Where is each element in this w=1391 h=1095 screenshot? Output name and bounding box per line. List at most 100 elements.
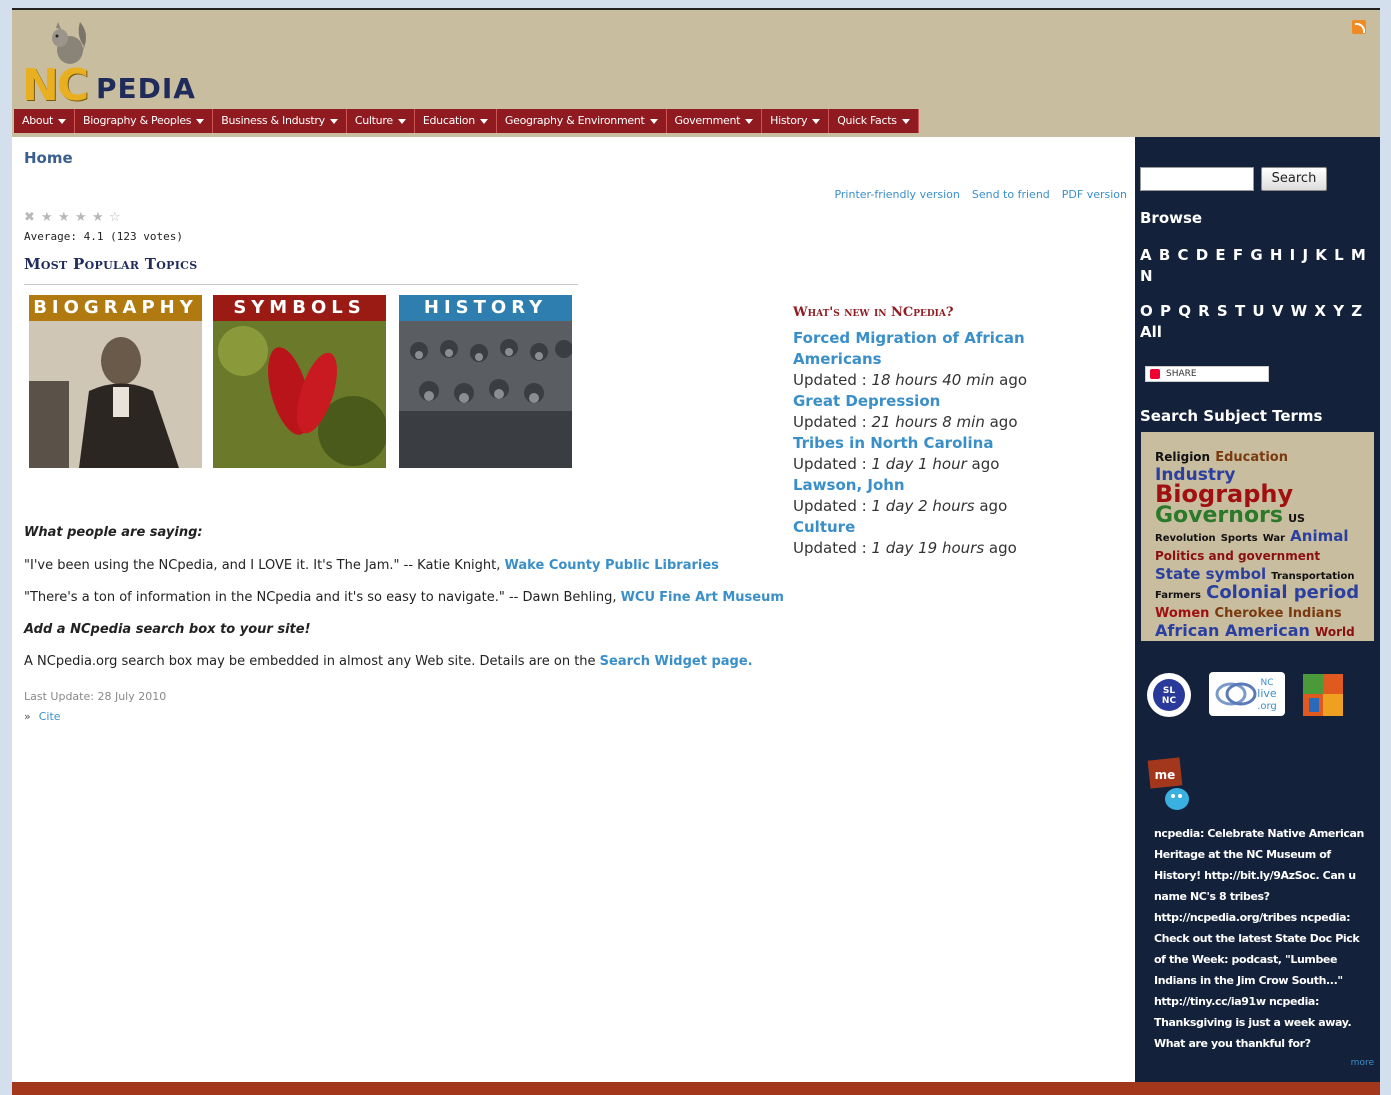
search-button[interactable]: Search <box>1261 167 1327 191</box>
tag-cloud-term[interactable]: US <box>1288 512 1305 525</box>
whats-new-updated: Updated : 1 day 19 hours ago <box>793 538 1093 559</box>
symbols-photo <box>213 321 386 468</box>
nav-history-label: History <box>770 114 808 127</box>
search-input[interactable] <box>1140 167 1254 191</box>
ncpedia-logo[interactable]: NC PEDIA <box>20 16 210 111</box>
updated-suffix: ago <box>966 455 1000 473</box>
whats-new-updated: Updated : 21 hours 8 min ago <box>793 412 1093 433</box>
rating-average: Average: 4.1 (123 votes) <box>24 230 183 243</box>
whats-new-link[interactable]: Lawson, John <box>793 475 1093 496</box>
follow-me-twitter-badge[interactable]: me <box>1147 757 1197 813</box>
nav-geography[interactable]: Geography & Environment <box>497 109 667 133</box>
topic-symbols[interactable]: SYMBOLS <box>213 295 386 468</box>
printer-friendly-link[interactable]: Printer-friendly version <box>834 188 959 201</box>
star-icon[interactable]: ★ <box>41 211 55 225</box>
caret-down-icon <box>58 118 67 124</box>
tag-cloud-term[interactable]: Transportation <box>1271 571 1354 582</box>
nav-culture[interactable]: Culture <box>347 109 415 133</box>
browse-letters-row1[interactable]: A B C D E F G H I J K L M N <box>1140 245 1372 287</box>
site-header: NC PEDIA About Biography & Peoples Busin… <box>12 10 1380 137</box>
testimonial-2: "There's a ton of information in the NCp… <box>24 590 824 605</box>
nav-about[interactable]: About <box>14 109 76 133</box>
search-subject-terms-title: Search Subject Terms <box>1140 407 1323 425</box>
tag-cloud-term[interactable]: Animal <box>1290 527 1348 545</box>
tag-cloud-term[interactable]: Colonial period <box>1206 582 1359 603</box>
caret-down-icon <box>196 118 205 124</box>
star-icon[interactable]: ★ <box>75 211 89 225</box>
nav-history[interactable]: History <box>762 109 830 133</box>
topic-biography[interactable]: BIOGRAPHY <box>29 295 202 468</box>
add-text: A NCpedia.org search box may be embedded… <box>24 654 600 669</box>
star-icon[interactable]: ★ <box>92 211 106 225</box>
whats-new-updated: Updated : 1 day 1 hour ago <box>793 454 1093 475</box>
whats-new-link[interactable]: Culture <box>793 517 1093 538</box>
main-content: Home Printer-friendly version Send to fr… <box>12 137 1135 1082</box>
tag-cloud-term[interactable]: African American <box>1155 621 1310 640</box>
page: NC PEDIA About Biography & Peoples Busin… <box>12 8 1380 1095</box>
tag-cloud-term[interactable]: Revolution <box>1155 533 1216 544</box>
sl-nc-logo[interactable]: SL NC <box>1145 672 1193 718</box>
wcu-link[interactable]: WCU <box>621 590 655 605</box>
pdf-version-link[interactable]: PDF version <box>1062 188 1127 201</box>
updated-prefix: Updated : <box>793 497 872 515</box>
nav-about-label: About <box>22 114 54 127</box>
updated-time: 21 hours 8 min <box>871 413 985 431</box>
library-logo[interactable] <box>1301 672 1345 718</box>
main-nav: About Biography & Peoples Business & Ind… <box>14 109 919 133</box>
star-icon[interactable]: ★ <box>58 211 72 225</box>
updated-suffix: ago <box>984 413 1018 431</box>
topic-symbols-label: SYMBOLS <box>213 295 386 321</box>
last-update: Last Update: 28 July 2010 <box>24 690 167 703</box>
send-to-friend-link[interactable]: Send to friend <box>972 188 1050 201</box>
nav-business[interactable]: Business & Industry <box>213 109 347 133</box>
tag-cloud-term[interactable]: Education <box>1215 450 1288 465</box>
nclive-logo[interactable]: NC live .org <box>1209 672 1285 716</box>
tag-cloud-term[interactable]: State symbol <box>1155 565 1266 583</box>
cite-link-row: » Cite <box>24 710 61 723</box>
nav-government[interactable]: Government <box>667 109 763 133</box>
more-tweets-link[interactable]: more <box>1351 1058 1374 1068</box>
testimonial-text: "I've been using the NCpedia, and I LOVE… <box>24 558 505 573</box>
topic-history[interactable]: HISTORY <box>399 295 572 468</box>
whats-new-link[interactable]: Great Depression <box>793 391 1093 412</box>
caret-down-icon <box>812 118 821 124</box>
tag-cloud-term[interactable]: Governors <box>1155 503 1283 528</box>
updated-time: 1 day 1 hour <box>871 455 967 473</box>
star-icon[interactable]: ☆ <box>109 211 123 225</box>
tag-cloud-term[interactable]: Cherokee Indians <box>1215 606 1342 621</box>
twitter-feed: ncpedia: Celebrate Native American Herit… <box>1154 827 1364 1050</box>
whats-new-title: What's new in NCpedia? <box>793 305 954 320</box>
topic-history-label: HISTORY <box>399 295 572 321</box>
nclive-live: live <box>1257 687 1277 700</box>
wake-county-link[interactable]: Wake County Public Libraries <box>505 558 719 573</box>
cancel-rating-icon[interactable]: ✖ <box>24 211 38 225</box>
updated-prefix: Updated : <box>793 413 872 431</box>
logo-sl: SL <box>1163 686 1175 696</box>
tag-cloud-term[interactable]: Sports <box>1221 533 1258 544</box>
nav-biography[interactable]: Biography & Peoples <box>75 109 214 133</box>
whats-new-link[interactable]: Forced Migration of African Americans <box>793 328 1093 370</box>
nav-quick-facts[interactable]: Quick Facts <box>829 109 919 133</box>
sidebar: Search Browse A B C D E F G H I J K L M … <box>1135 137 1380 1082</box>
share-button[interactable]: SHARE <box>1145 366 1269 382</box>
testimonials-label: What people are saying: <box>24 525 203 540</box>
browse-letters-row2[interactable]: O P Q R S T U V W X Y Z All <box>1140 301 1372 343</box>
cite-link[interactable]: Cite <box>39 710 61 723</box>
biography-photo <box>29 321 202 468</box>
tag-cloud-term[interactable]: Farmers <box>1155 590 1201 601</box>
logo-pedia: PEDIA <box>96 72 196 105</box>
breadcrumb-home[interactable]: Home <box>24 149 73 167</box>
caret-down-icon <box>901 118 910 124</box>
tag-cloud-term[interactable]: War <box>1263 533 1285 544</box>
search-widget-link[interactable]: Search Widget page. <box>600 654 753 669</box>
updated-time: 18 hours 40 min <box>871 371 995 389</box>
tag-cloud-term[interactable]: Women <box>1155 606 1209 621</box>
caret-down-icon <box>329 118 338 124</box>
tag-cloud-term[interactable]: Politics and government <box>1155 549 1320 563</box>
whats-new-link[interactable]: Tribes in North Carolina <box>793 433 1093 454</box>
fine-art-museum-link[interactable]: Fine Art Museum <box>659 590 784 605</box>
tag-cloud-term[interactable]: Religion <box>1155 450 1210 464</box>
caret-down-icon <box>649 118 658 124</box>
rss-icon[interactable] <box>1352 20 1366 34</box>
nav-education[interactable]: Education <box>415 109 497 133</box>
